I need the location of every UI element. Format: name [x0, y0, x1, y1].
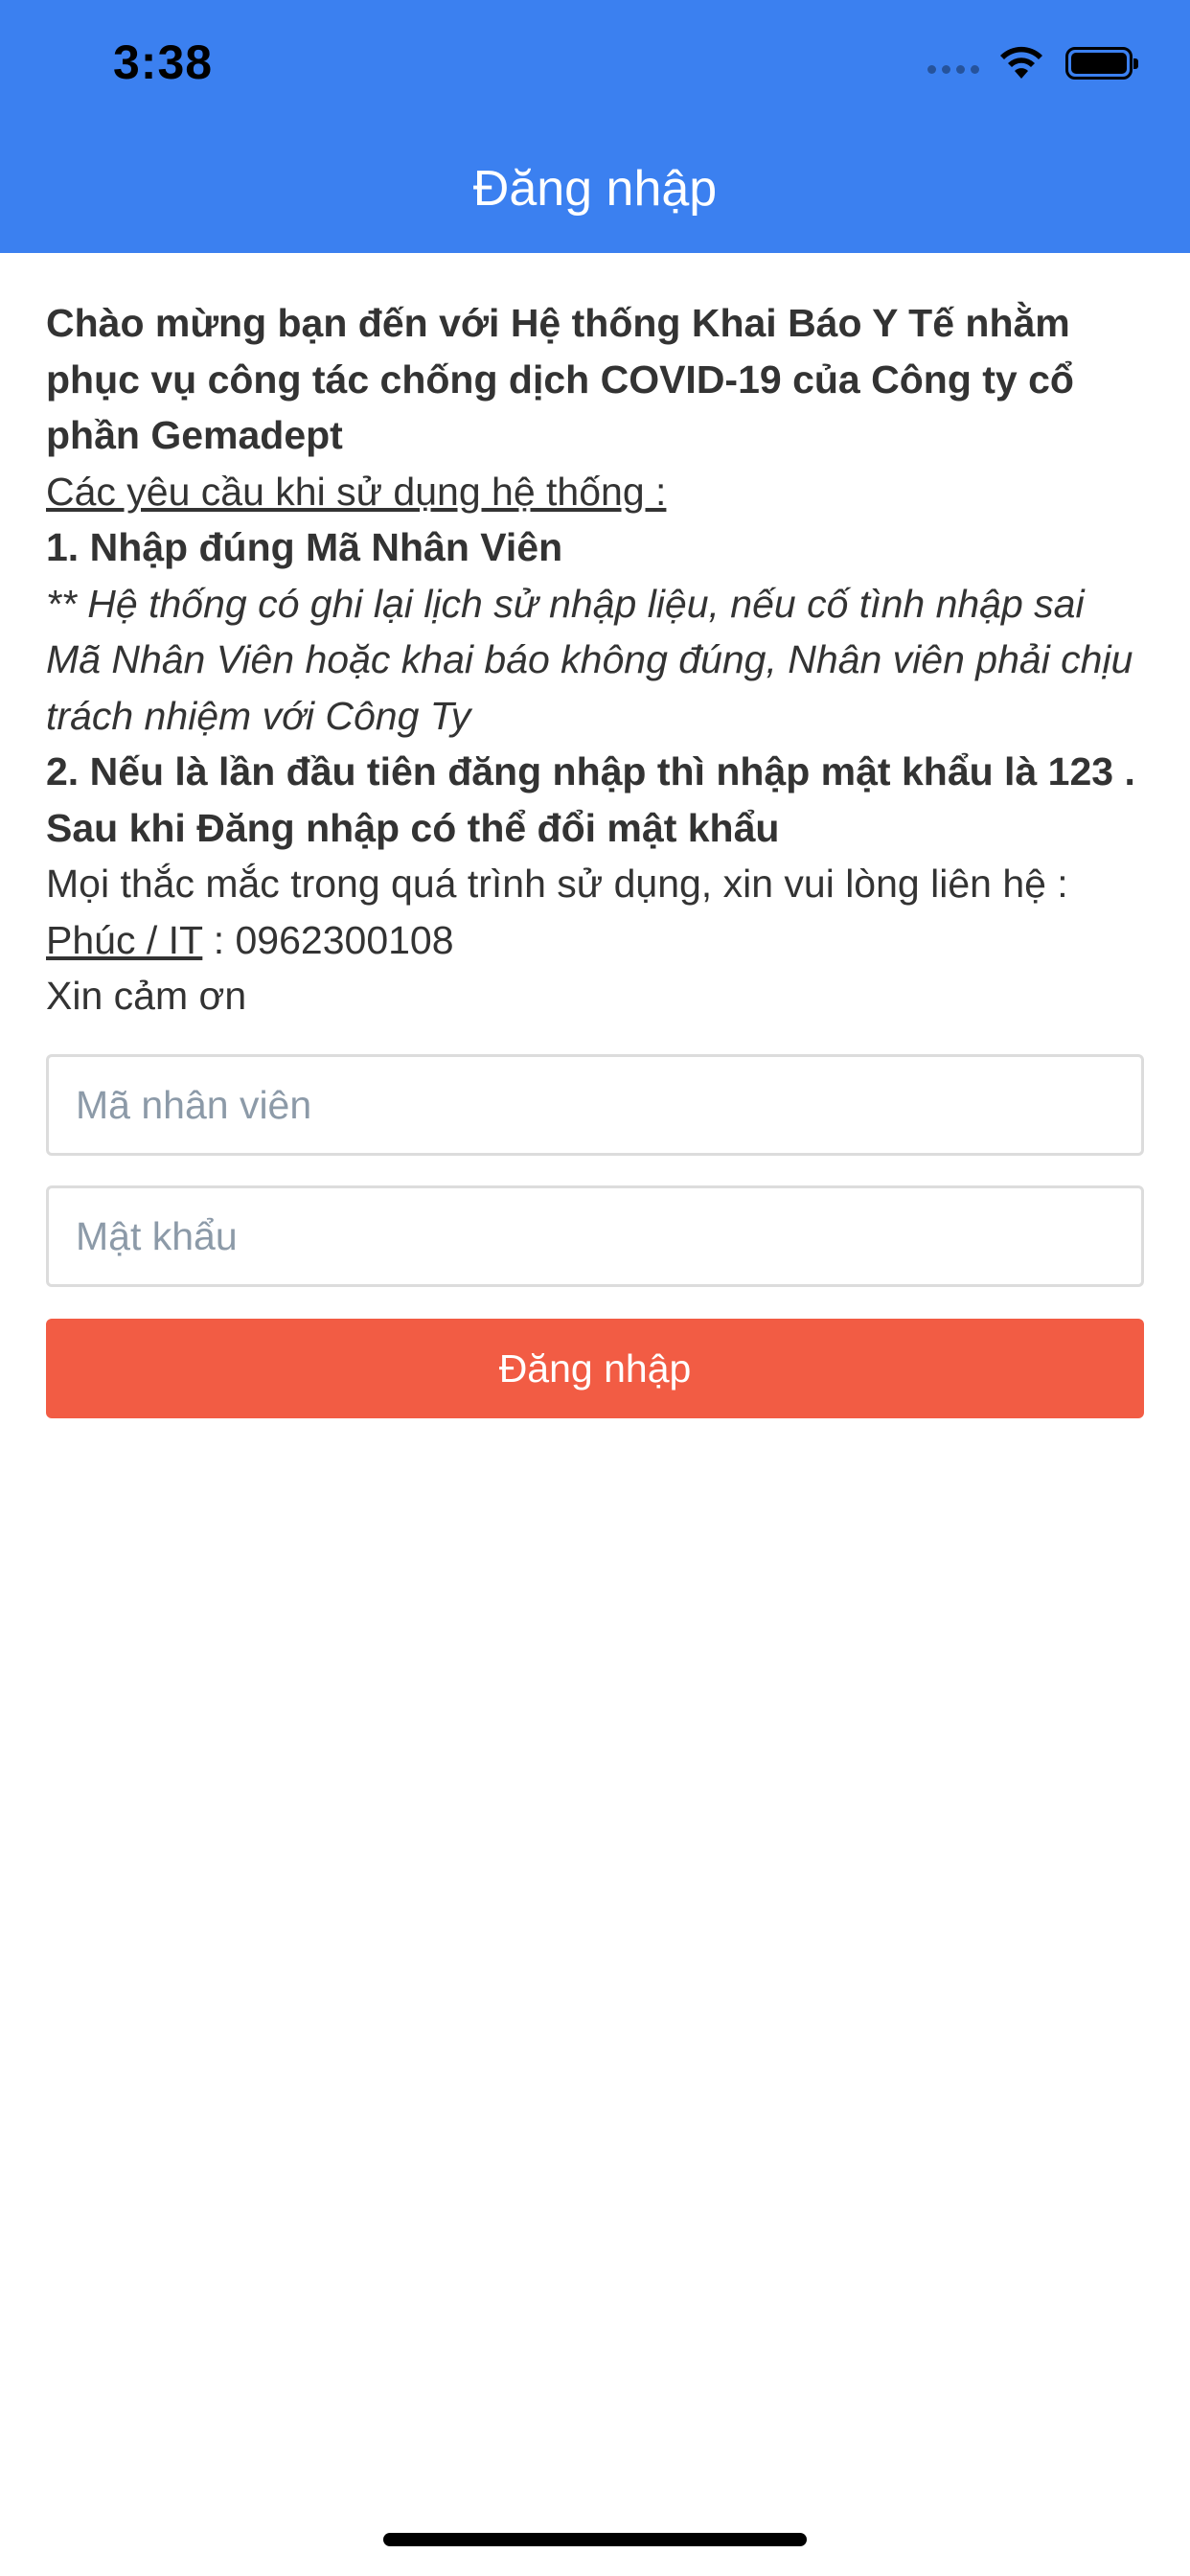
contact-phone: : 0962300108: [202, 917, 454, 962]
password-field-container: [46, 1185, 1144, 1287]
contact-name-link[interactable]: Phúc / IT: [46, 918, 202, 962]
home-indicator: [383, 2533, 807, 2546]
app-header: 3:38 Đăng nhập: [0, 0, 1190, 253]
intro-text: Chào mừng bạn đến với Hệ thống Khai Báo …: [46, 295, 1148, 1024]
rule-1-note: ** Hệ thống có ghi lại lịch sử nhập liệu…: [46, 581, 1133, 738]
contact-line: Phúc / IT : 0962300108: [46, 912, 1148, 969]
signal-dots-icon: [927, 64, 979, 74]
battery-icon: [1065, 47, 1138, 80]
rule-1: 1. Nhập đúng Mã Nhân Viên: [46, 525, 563, 569]
welcome-text: Chào mừng bạn đến với Hệ thống Khai Báo …: [46, 301, 1074, 457]
employee-id-input[interactable]: [49, 1057, 1141, 1153]
page-title: Đăng nhập: [472, 161, 718, 217]
status-bar-time: 3:38: [113, 35, 214, 89]
rule-2: 2. Nếu là lần đầu tiên đăng nhập thì nhậ…: [46, 749, 1135, 850]
thanks-text: Xin cảm ơn: [46, 974, 247, 1018]
wifi-icon: [1000, 46, 1042, 79]
contact-text: Mọi thắc mắc trong quá trình sử dụng, xi…: [46, 862, 1068, 906]
employee-id-field-container: [46, 1054, 1144, 1156]
login-button[interactable]: Đăng nhập: [46, 1319, 1144, 1418]
requirements-heading: Các yêu cầu khi sử dụng hệ thống :: [46, 469, 667, 514]
password-input[interactable]: [49, 1188, 1141, 1284]
status-bar-icons: [927, 42, 1138, 84]
